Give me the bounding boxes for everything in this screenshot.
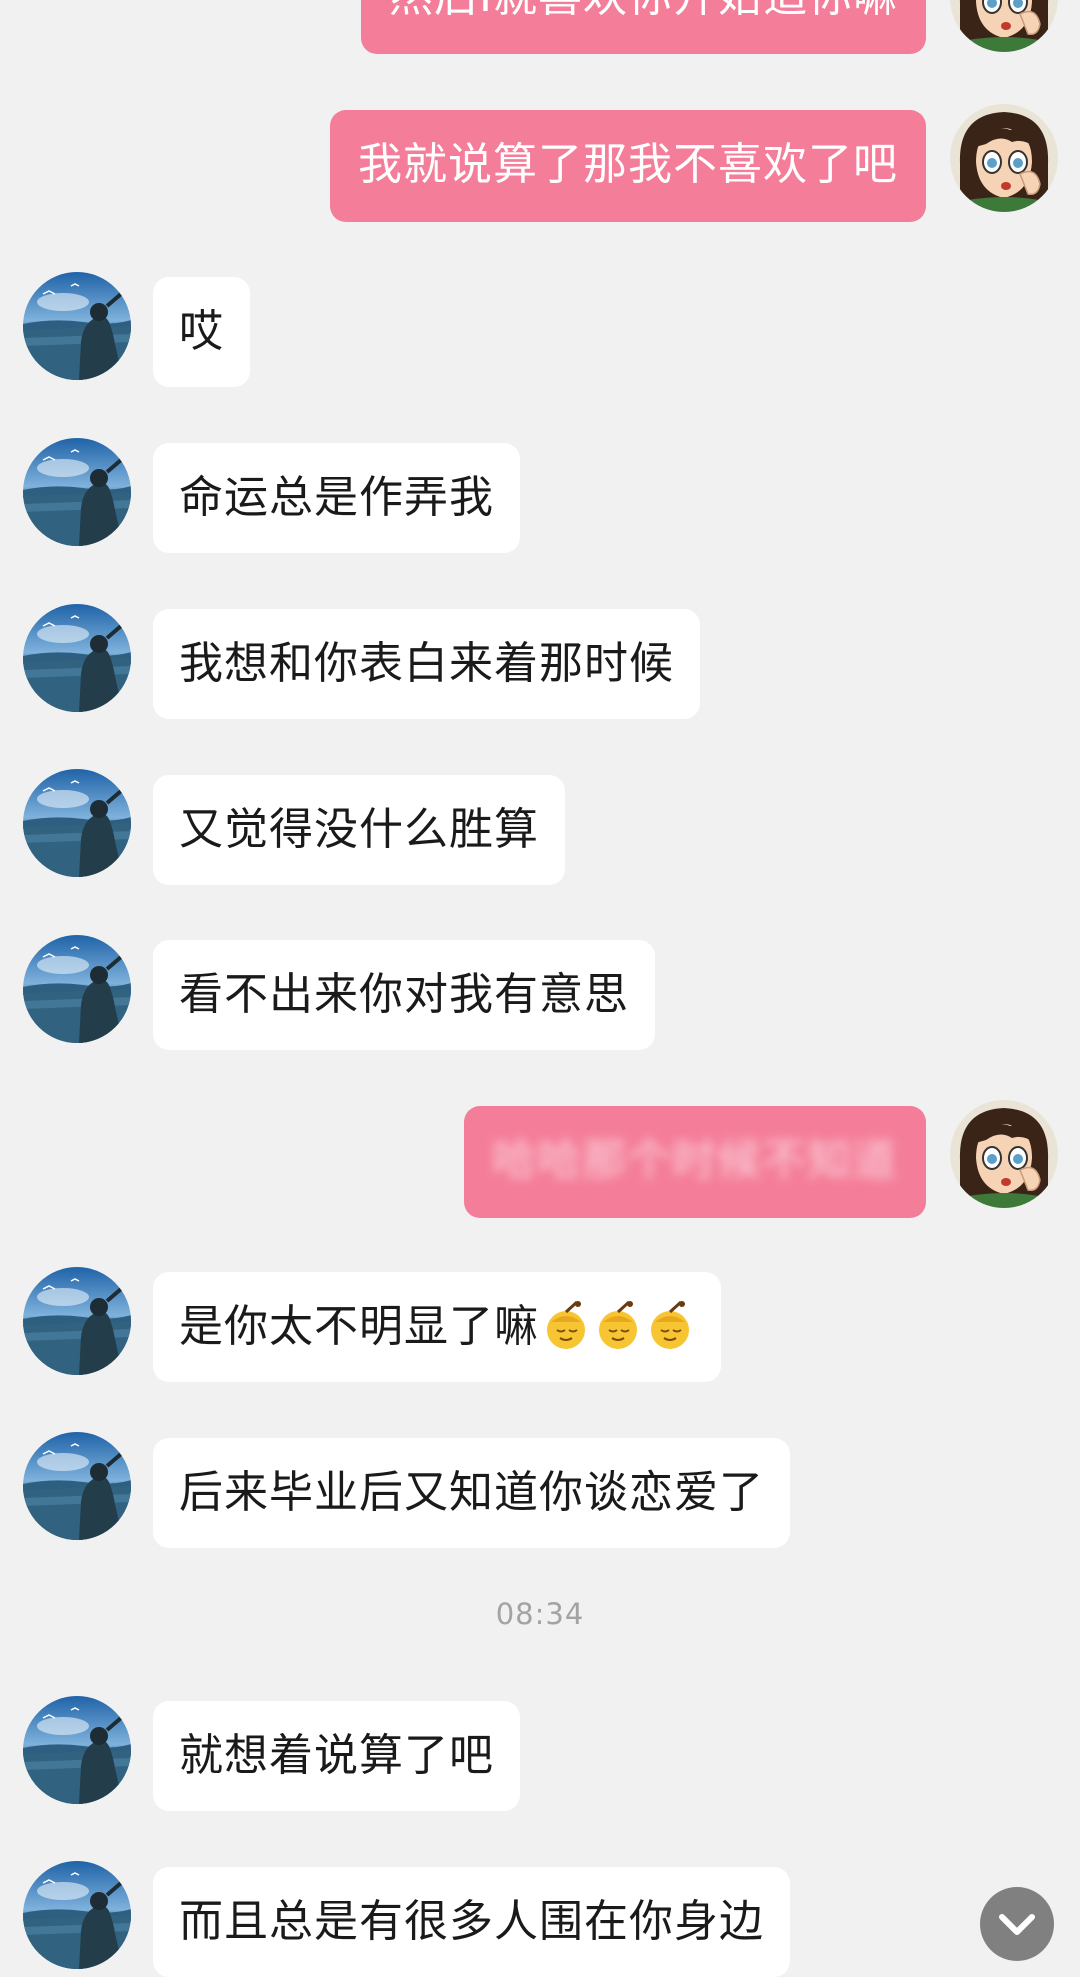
friend-avatar[interactable] (23, 935, 131, 1043)
friend-avatar[interactable] (23, 1267, 131, 1375)
message-text: 哎 (179, 306, 224, 357)
landscape-photo-avatar-icon (23, 1696, 131, 1804)
landscape-photo-avatar-icon (23, 1432, 131, 1540)
friend-avatar[interactable] (23, 1696, 131, 1804)
incoming-message-bubble[interactable]: 后来毕业后又知道你谈恋爱了 (153, 1438, 790, 1548)
landscape-photo-avatar-icon (23, 438, 131, 546)
landscape-photo-avatar-icon (23, 1861, 131, 1969)
message-text: 然后I就喜欢你开始追你嘛 (389, 0, 898, 22)
friend-avatar[interactable] (23, 769, 131, 877)
friend-avatar[interactable] (23, 1432, 131, 1540)
incoming-message-bubble[interactable]: 看不出来你对我有意思 (153, 940, 655, 1050)
message-text: 后来毕业后又知道你谈恋爱了 (179, 1467, 764, 1518)
my-avatar[interactable] (950, 0, 1058, 52)
message-text: 是你太不明显了嘛 (179, 1301, 539, 1352)
incoming-message-bubble[interactable]: 是你太不明显了嘛 (153, 1272, 721, 1382)
landscape-photo-avatar-icon (23, 769, 131, 877)
message-timestamp: 08:34 (495, 1597, 585, 1631)
incoming-message-bubble[interactable]: 又觉得没什么胜算 (153, 775, 565, 885)
message-text: 我就说算了那我不喜欢了吧 (358, 139, 898, 190)
incoming-message-bubble[interactable]: 哎 (153, 277, 250, 387)
landscape-photo-avatar-icon (23, 272, 131, 380)
sweat-smile-emoji-icon (545, 1300, 587, 1350)
friend-avatar[interactable] (23, 1861, 131, 1969)
friend-avatar[interactable] (23, 604, 131, 712)
scroll-to-bottom-button[interactable] (980, 1887, 1054, 1961)
incoming-message-bubble[interactable]: 就想着说算了吧 (153, 1701, 520, 1811)
landscape-photo-avatar-icon (23, 935, 131, 1043)
anime-girl-avatar-icon (950, 104, 1058, 212)
my-avatar[interactable] (950, 104, 1058, 212)
friend-avatar[interactable] (23, 438, 131, 546)
incoming-message-bubble[interactable]: 我想和你表白来着那时候 (153, 609, 700, 719)
incoming-message-bubble[interactable]: 而且总是有很多人围在你身边 (153, 1867, 790, 1977)
sweat-smile-emoji-icon (649, 1300, 691, 1350)
message-text: 哈哈那个时候不知道 (492, 1135, 897, 1186)
landscape-photo-avatar-icon (23, 1267, 131, 1375)
anime-girl-avatar-icon (950, 1100, 1058, 1208)
sweat-smile-emoji-icon (597, 1300, 639, 1350)
my-avatar[interactable] (950, 1100, 1058, 1208)
friend-avatar[interactable] (23, 272, 131, 380)
message-text: 而且总是有很多人围在你身边 (179, 1896, 764, 1947)
message-text: 看不出来你对我有意思 (179, 969, 629, 1020)
outgoing-message-bubble[interactable]: 然后I就喜欢你开始追你嘛 (361, 0, 926, 54)
outgoing-message-bubble[interactable]: 哈哈那个时候不知道 (464, 1106, 926, 1218)
chevron-down-icon (999, 1914, 1035, 1935)
message-text: 就想着说算了吧 (179, 1730, 494, 1781)
outgoing-message-bubble[interactable]: 我就说算了那我不喜欢了吧 (330, 110, 926, 222)
message-text: 我想和你表白来着那时候 (179, 638, 674, 689)
anime-girl-avatar-icon (950, 0, 1058, 52)
message-text: 命运总是作弄我 (179, 472, 494, 523)
message-text: 又觉得没什么胜算 (179, 804, 539, 855)
landscape-photo-avatar-icon (23, 604, 131, 712)
incoming-message-bubble[interactable]: 命运总是作弄我 (153, 443, 520, 553)
